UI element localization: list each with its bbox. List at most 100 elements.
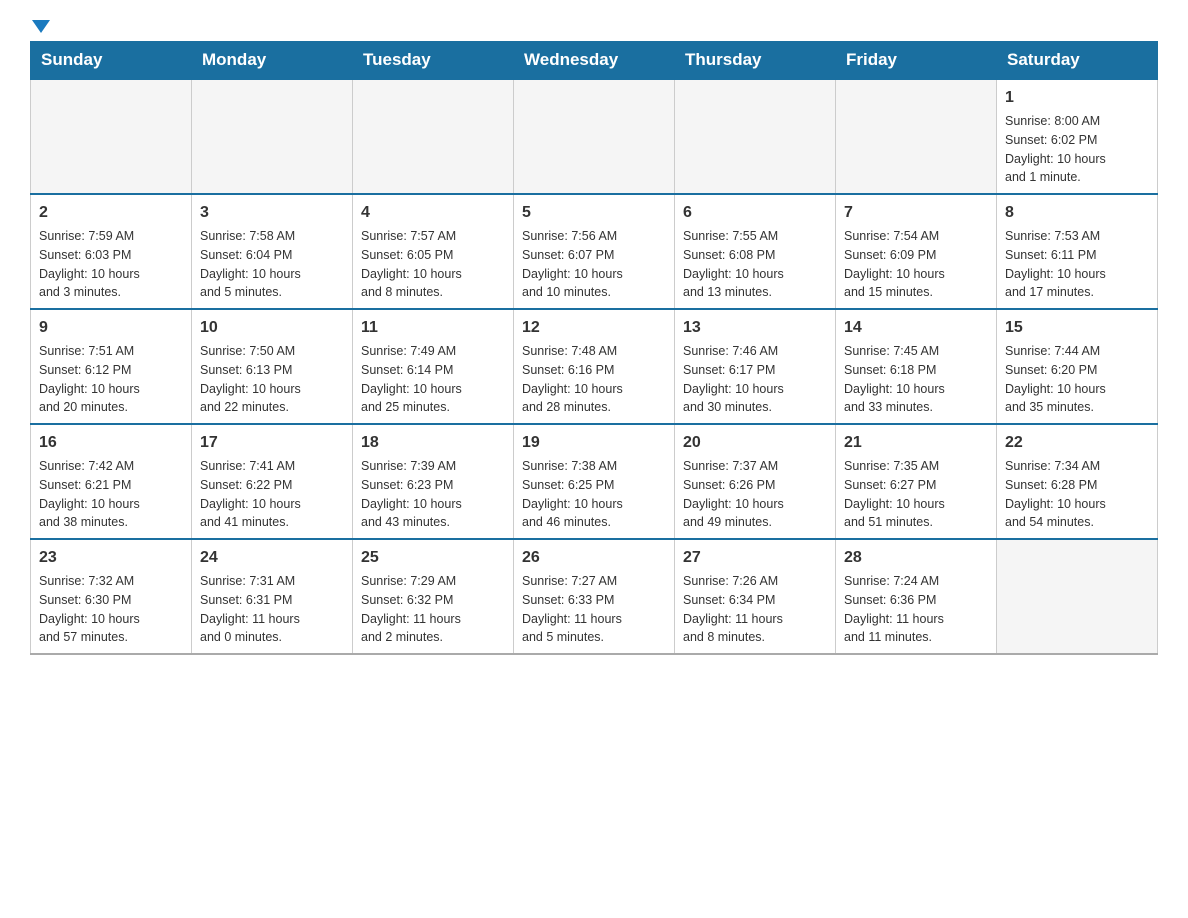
day-info: Sunrise: 7:39 AM Sunset: 6:23 PM Dayligh… [361, 457, 505, 532]
calendar-cell: 10Sunrise: 7:50 AM Sunset: 6:13 PM Dayli… [192, 309, 353, 424]
day-info: Sunrise: 7:38 AM Sunset: 6:25 PM Dayligh… [522, 457, 666, 532]
calendar-cell: 26Sunrise: 7:27 AM Sunset: 6:33 PM Dayli… [514, 539, 675, 654]
day-of-week-header: Saturday [997, 42, 1158, 80]
day-info: Sunrise: 7:37 AM Sunset: 6:26 PM Dayligh… [683, 457, 827, 532]
day-number: 15 [1005, 316, 1149, 340]
day-info: Sunrise: 7:42 AM Sunset: 6:21 PM Dayligh… [39, 457, 183, 532]
calendar-cell: 4Sunrise: 7:57 AM Sunset: 6:05 PM Daylig… [353, 194, 514, 309]
day-info: Sunrise: 7:57 AM Sunset: 6:05 PM Dayligh… [361, 227, 505, 302]
day-info: Sunrise: 7:34 AM Sunset: 6:28 PM Dayligh… [1005, 457, 1149, 532]
day-info: Sunrise: 7:35 AM Sunset: 6:27 PM Dayligh… [844, 457, 988, 532]
calendar-cell [675, 79, 836, 194]
calendar-cell: 6Sunrise: 7:55 AM Sunset: 6:08 PM Daylig… [675, 194, 836, 309]
calendar-cell [31, 79, 192, 194]
day-number: 7 [844, 201, 988, 225]
day-info: Sunrise: 7:44 AM Sunset: 6:20 PM Dayligh… [1005, 342, 1149, 417]
calendar-cell: 24Sunrise: 7:31 AM Sunset: 6:31 PM Dayli… [192, 539, 353, 654]
day-number: 27 [683, 546, 827, 570]
week-row: 9Sunrise: 7:51 AM Sunset: 6:12 PM Daylig… [31, 309, 1158, 424]
week-row: 2Sunrise: 7:59 AM Sunset: 6:03 PM Daylig… [31, 194, 1158, 309]
day-info: Sunrise: 7:45 AM Sunset: 6:18 PM Dayligh… [844, 342, 988, 417]
calendar-cell: 17Sunrise: 7:41 AM Sunset: 6:22 PM Dayli… [192, 424, 353, 539]
day-info: Sunrise: 7:27 AM Sunset: 6:33 PM Dayligh… [522, 572, 666, 647]
calendar-cell: 1Sunrise: 8:00 AM Sunset: 6:02 PM Daylig… [997, 79, 1158, 194]
day-number: 2 [39, 201, 183, 225]
day-info: Sunrise: 7:58 AM Sunset: 6:04 PM Dayligh… [200, 227, 344, 302]
day-number: 18 [361, 431, 505, 455]
day-number: 9 [39, 316, 183, 340]
day-info: Sunrise: 7:56 AM Sunset: 6:07 PM Dayligh… [522, 227, 666, 302]
calendar-cell [192, 79, 353, 194]
day-of-week-header: Wednesday [514, 42, 675, 80]
calendar-cell: 12Sunrise: 7:48 AM Sunset: 6:16 PM Dayli… [514, 309, 675, 424]
calendar-table: SundayMondayTuesdayWednesdayThursdayFrid… [30, 41, 1158, 655]
day-info: Sunrise: 7:49 AM Sunset: 6:14 PM Dayligh… [361, 342, 505, 417]
day-info: Sunrise: 7:59 AM Sunset: 6:03 PM Dayligh… [39, 227, 183, 302]
calendar-cell: 15Sunrise: 7:44 AM Sunset: 6:20 PM Dayli… [997, 309, 1158, 424]
page-header [30, 20, 1158, 31]
day-number: 17 [200, 431, 344, 455]
day-of-week-header: Friday [836, 42, 997, 80]
day-number: 11 [361, 316, 505, 340]
calendar-cell: 22Sunrise: 7:34 AM Sunset: 6:28 PM Dayli… [997, 424, 1158, 539]
day-info: Sunrise: 7:55 AM Sunset: 6:08 PM Dayligh… [683, 227, 827, 302]
week-row: 1Sunrise: 8:00 AM Sunset: 6:02 PM Daylig… [31, 79, 1158, 194]
day-number: 21 [844, 431, 988, 455]
calendar-cell: 25Sunrise: 7:29 AM Sunset: 6:32 PM Dayli… [353, 539, 514, 654]
day-info: Sunrise: 7:54 AM Sunset: 6:09 PM Dayligh… [844, 227, 988, 302]
day-info: Sunrise: 7:48 AM Sunset: 6:16 PM Dayligh… [522, 342, 666, 417]
calendar-cell [514, 79, 675, 194]
calendar-cell: 13Sunrise: 7:46 AM Sunset: 6:17 PM Dayli… [675, 309, 836, 424]
day-of-week-header: Thursday [675, 42, 836, 80]
day-number: 24 [200, 546, 344, 570]
week-row: 16Sunrise: 7:42 AM Sunset: 6:21 PM Dayli… [31, 424, 1158, 539]
day-number: 8 [1005, 201, 1149, 225]
day-of-week-header: Tuesday [353, 42, 514, 80]
day-number: 10 [200, 316, 344, 340]
day-number: 3 [200, 201, 344, 225]
day-number: 25 [361, 546, 505, 570]
day-info: Sunrise: 7:26 AM Sunset: 6:34 PM Dayligh… [683, 572, 827, 647]
day-number: 28 [844, 546, 988, 570]
calendar-cell [836, 79, 997, 194]
day-info: Sunrise: 8:00 AM Sunset: 6:02 PM Dayligh… [1005, 112, 1149, 187]
day-number: 14 [844, 316, 988, 340]
calendar-cell: 9Sunrise: 7:51 AM Sunset: 6:12 PM Daylig… [31, 309, 192, 424]
day-info: Sunrise: 7:31 AM Sunset: 6:31 PM Dayligh… [200, 572, 344, 647]
day-of-week-header: Monday [192, 42, 353, 80]
calendar-cell: 27Sunrise: 7:26 AM Sunset: 6:34 PM Dayli… [675, 539, 836, 654]
calendar-cell [353, 79, 514, 194]
calendar-cell: 3Sunrise: 7:58 AM Sunset: 6:04 PM Daylig… [192, 194, 353, 309]
calendar-cell: 2Sunrise: 7:59 AM Sunset: 6:03 PM Daylig… [31, 194, 192, 309]
day-number: 6 [683, 201, 827, 225]
day-info: Sunrise: 7:50 AM Sunset: 6:13 PM Dayligh… [200, 342, 344, 417]
day-number: 22 [1005, 431, 1149, 455]
calendar-cell: 8Sunrise: 7:53 AM Sunset: 6:11 PM Daylig… [997, 194, 1158, 309]
calendar-cell: 21Sunrise: 7:35 AM Sunset: 6:27 PM Dayli… [836, 424, 997, 539]
calendar-cell: 7Sunrise: 7:54 AM Sunset: 6:09 PM Daylig… [836, 194, 997, 309]
calendar-cell: 23Sunrise: 7:32 AM Sunset: 6:30 PM Dayli… [31, 539, 192, 654]
calendar-cell: 19Sunrise: 7:38 AM Sunset: 6:25 PM Dayli… [514, 424, 675, 539]
day-info: Sunrise: 7:53 AM Sunset: 6:11 PM Dayligh… [1005, 227, 1149, 302]
day-number: 5 [522, 201, 666, 225]
day-number: 4 [361, 201, 505, 225]
calendar-cell: 11Sunrise: 7:49 AM Sunset: 6:14 PM Dayli… [353, 309, 514, 424]
calendar-cell: 14Sunrise: 7:45 AM Sunset: 6:18 PM Dayli… [836, 309, 997, 424]
day-number: 12 [522, 316, 666, 340]
day-number: 26 [522, 546, 666, 570]
calendar-cell: 18Sunrise: 7:39 AM Sunset: 6:23 PM Dayli… [353, 424, 514, 539]
day-info: Sunrise: 7:24 AM Sunset: 6:36 PM Dayligh… [844, 572, 988, 647]
day-info: Sunrise: 7:41 AM Sunset: 6:22 PM Dayligh… [200, 457, 344, 532]
day-number: 1 [1005, 86, 1149, 110]
calendar-cell [997, 539, 1158, 654]
day-info: Sunrise: 7:46 AM Sunset: 6:17 PM Dayligh… [683, 342, 827, 417]
week-row: 23Sunrise: 7:32 AM Sunset: 6:30 PM Dayli… [31, 539, 1158, 654]
calendar-cell: 5Sunrise: 7:56 AM Sunset: 6:07 PM Daylig… [514, 194, 675, 309]
day-info: Sunrise: 7:29 AM Sunset: 6:32 PM Dayligh… [361, 572, 505, 647]
day-number: 19 [522, 431, 666, 455]
logo [30, 20, 52, 31]
day-number: 13 [683, 316, 827, 340]
day-number: 20 [683, 431, 827, 455]
calendar-cell: 16Sunrise: 7:42 AM Sunset: 6:21 PM Dayli… [31, 424, 192, 539]
day-number: 23 [39, 546, 183, 570]
